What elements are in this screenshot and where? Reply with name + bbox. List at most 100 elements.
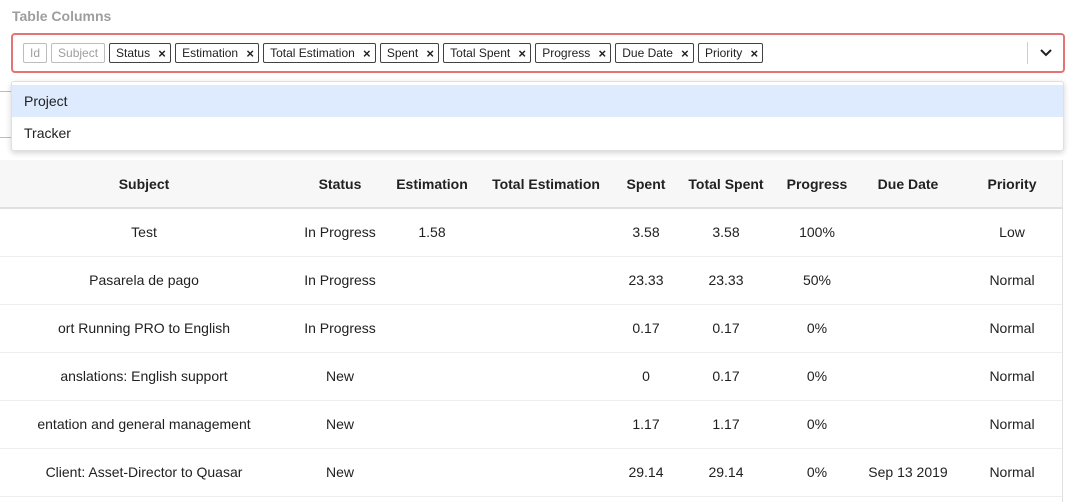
table-cell (392, 448, 472, 497)
table-cell: Normal (962, 448, 1062, 497)
page: Table Columns Id Subject Status × Estimation… (0, 0, 1071, 502)
table-row[interactable]: Pasarela de pago In Progress 23.33 23.33 50%… (0, 256, 1062, 305)
table-cell: In Progress (288, 304, 392, 353)
table-cell: In Progress (288, 208, 392, 257)
table-cell (854, 208, 962, 257)
column-chip: Id (23, 43, 48, 63)
field-label: Table Columns (12, 8, 112, 24)
table-cell: 3.58 (672, 208, 780, 257)
column-header[interactable]: Due Date (854, 160, 962, 209)
table-cell: anslations: English support (0, 352, 288, 401)
column-header[interactable]: Status (288, 160, 392, 209)
table-cell: 0.17 (672, 352, 780, 401)
table-cell: 0% (780, 304, 854, 353)
table-cell: 50% (780, 256, 854, 305)
table-cell: Test (0, 208, 288, 257)
column-chip[interactable]: Spent × (379, 43, 440, 63)
table-cell (472, 400, 620, 449)
table-cell (392, 352, 472, 401)
table-cell (392, 256, 472, 305)
column-header[interactable]: Total Spent (672, 160, 780, 209)
subject-text: anslations: English support (60, 368, 228, 384)
close-icon[interactable]: × (242, 46, 258, 61)
table-cell (854, 304, 962, 353)
column-header[interactable]: Subject (0, 160, 288, 209)
column-chip[interactable]: Progress × (535, 43, 612, 63)
table-cell: 23.33 (672, 256, 780, 305)
table-cell: New (288, 448, 392, 497)
table-cell: New (288, 400, 392, 449)
column-header[interactable]: Priority (962, 160, 1062, 209)
table-cell: 0% (780, 352, 854, 401)
dropdown-toggle-button[interactable] (1029, 35, 1063, 71)
chip-label: Id (30, 46, 41, 60)
column-chip[interactable]: Total Estimation × (263, 43, 376, 63)
column-header[interactable]: Progress (780, 160, 854, 209)
column-chip: Subject (51, 43, 106, 63)
close-icon[interactable]: × (422, 46, 438, 61)
table-cell: 1.17 (620, 400, 672, 449)
subject-text: Pasarela de pago (89, 272, 199, 288)
close-icon[interactable]: × (746, 46, 762, 61)
table-cell (472, 448, 620, 497)
column-header[interactable]: Spent (620, 160, 672, 209)
close-icon[interactable]: × (594, 46, 610, 61)
column-chip[interactable]: Total Spent × (443, 43, 532, 63)
table-row[interactable]: ort Running PRO to English In Progress 0.1… (0, 304, 1062, 353)
table-cell (472, 304, 620, 353)
dropdown-menu: Project Tracker (11, 81, 1064, 151)
table-cell: entation and general management (0, 400, 288, 449)
column-chip[interactable]: Status × (109, 43, 172, 63)
column-header[interactable]: Estimation (392, 160, 472, 209)
issues-table: Subject Status Estimation Total Estimation S… (0, 160, 1062, 502)
table-cell: Pasarela de pago (0, 256, 288, 305)
table-cell: 0.17 (672, 304, 780, 353)
table-cell: 0% (780, 400, 854, 449)
table-row[interactable]: Client: Asset-Director to Quasar New 29.14… (0, 448, 1062, 497)
table-row[interactable]: entation and general management New 1.17 1.… (0, 400, 1062, 449)
chip-label: Due Date (622, 46, 673, 60)
chevron-down-icon (1040, 49, 1052, 57)
table-right-border (1062, 160, 1063, 502)
close-icon[interactable]: × (154, 46, 170, 61)
columns-multiselect[interactable]: Id Subject Status × Estimation × Total Estimat… (11, 33, 1065, 73)
chip-label: Estimation (182, 46, 239, 60)
dropdown-option[interactable]: Project (12, 85, 1063, 117)
column-header[interactable]: Total Estimation (472, 160, 620, 209)
close-icon[interactable]: × (677, 46, 693, 61)
chip-label: Status (116, 46, 151, 60)
subject-text: entation and general management (37, 416, 251, 432)
column-chip[interactable]: Priority × (697, 43, 764, 63)
table-cell (392, 400, 472, 449)
table-cell: Normal (962, 352, 1062, 401)
table-cell: Normal (962, 400, 1062, 449)
table-body: Test In Progress 1.58 3.58 3.58 100% Low Pasare… (0, 208, 1062, 497)
table-cell: In Progress (288, 256, 392, 305)
table-row[interactable]: anslations: English support New 0 0.17 0% Nor… (0, 352, 1062, 401)
chip-label: Priority (704, 46, 743, 60)
table-cell: 0% (780, 448, 854, 497)
table-row[interactable]: Test In Progress 1.58 3.58 3.58 100% Low (0, 208, 1062, 257)
subject-text: Test (131, 224, 157, 241)
table-cell: 1.17 (672, 400, 780, 449)
table-cell: 29.14 (672, 448, 780, 497)
close-icon[interactable]: × (359, 46, 375, 61)
subject-text: ort Running PRO to English (58, 320, 230, 336)
table-cell: 100% (780, 208, 854, 257)
table-cell: Client: Asset-Director to Quasar (0, 448, 288, 497)
dropdown-option[interactable]: Tracker (12, 117, 1063, 149)
column-chip[interactable]: Estimation × (175, 43, 260, 63)
close-icon[interactable]: × (514, 46, 530, 61)
column-chip[interactable]: Due Date × (615, 43, 694, 63)
table-header-row: Subject Status Estimation Total Estimation S… (0, 160, 1062, 209)
table-cell: 1.58 (392, 208, 472, 257)
table-cell: 23.33 (620, 256, 672, 305)
table-cell (854, 352, 962, 401)
chip-label: Subject (58, 46, 99, 60)
table-cell (472, 352, 620, 401)
table-cell: Sep 13 2019 (854, 448, 962, 497)
table-cell (854, 256, 962, 305)
table-cell (472, 256, 620, 305)
chip-label: Total Spent (450, 46, 511, 60)
table-cell (472, 208, 620, 257)
